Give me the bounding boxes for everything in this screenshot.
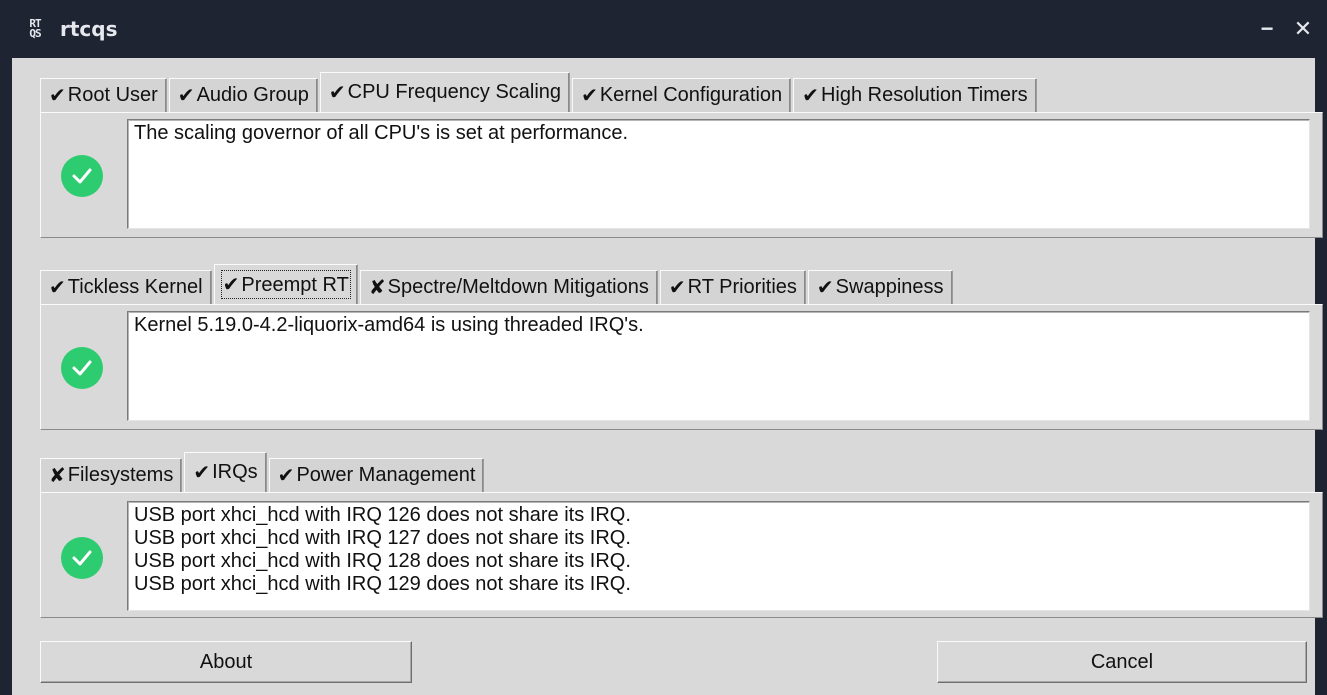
tab-power-management[interactable]: ✔ Power Management xyxy=(268,458,485,492)
status-ok-icon xyxy=(61,537,103,579)
result-line: Kernel 5.19.0-4.2-liquorix-amd64 is usin… xyxy=(134,314,644,336)
check-group-2: ✔ Tickless Kernel ✔ Preempt RT ✘ Spectre/… xyxy=(40,264,1323,430)
check-mark-icon: ✔ xyxy=(277,465,295,487)
tab-label: Filesystems xyxy=(67,464,174,486)
tab-kernel-configuration[interactable]: ✔ Kernel Configuration xyxy=(572,78,792,112)
check-group-1: ✔ Root User ✔ Audio Group ✔ CPU Frequenc… xyxy=(40,72,1323,238)
tab-label: RT Priorities xyxy=(687,276,797,298)
tab-label-text: Preempt RT xyxy=(241,274,349,296)
app-window: RT QS rtcqs − ✕ ✔ Root User ✔ Audio Group… xyxy=(0,0,1327,695)
tab-filesystems[interactable]: ✘ Filesystems xyxy=(40,458,183,492)
tab-high-resolution-timers[interactable]: ✔ High Resolution Timers xyxy=(793,78,1037,112)
tab-rt-priorities[interactable]: ✔ RT Priorities xyxy=(659,270,806,304)
tab-preempt-rt[interactable]: ✔ Preempt RT xyxy=(213,264,358,304)
check-mark-icon: ✔ xyxy=(328,82,346,104)
cross-mark-icon: ✘ xyxy=(49,465,66,487)
tab-bar-3: ✘ Filesystems ✔ IRQs ✔ Power Management xyxy=(40,452,1323,492)
tab-label: Root User xyxy=(67,84,158,106)
tab-label-focused: ✔ Preempt RT xyxy=(220,270,351,299)
tab-label: IRQs xyxy=(212,461,258,483)
result-text-area[interactable]: Kernel 5.19.0-4.2-liquorix-amd64 is usin… xyxy=(127,311,1310,421)
minimize-button[interactable]: − xyxy=(1249,16,1285,42)
result-line: USB port xhci_hcd with IRQ 128 does not … xyxy=(134,550,631,572)
status-ok-icon xyxy=(61,347,103,389)
rtcqs-app-icon: RT QS xyxy=(29,17,41,40)
tab-root-user[interactable]: ✔ Root User xyxy=(40,78,167,112)
check-mark-icon: ✔ xyxy=(581,85,598,107)
check-mark-icon: ✔ xyxy=(816,277,834,299)
result-line: USB port xhci_hcd with IRQ 127 does not … xyxy=(134,527,631,549)
check-mark-icon: ✔ xyxy=(177,85,195,107)
tab-irqs[interactable]: ✔ IRQs xyxy=(184,452,267,492)
tab-label: Swappiness xyxy=(835,276,944,298)
tab-label: Power Management xyxy=(296,464,476,486)
result-text-area[interactable]: USB port xhci_hcd with IRQ 126 does not … xyxy=(127,501,1310,611)
close-button[interactable]: ✕ xyxy=(1285,16,1321,42)
tab-panel-3: USB port xhci_hcd with IRQ 126 does not … xyxy=(40,492,1323,618)
check-mark-icon: ✔ xyxy=(49,277,66,299)
check-mark-icon: ✔ xyxy=(668,277,686,299)
tab-spectre-meltdown-mitigations[interactable]: ✘ Spectre/Meltdown Mitigations xyxy=(359,270,658,304)
tab-panel-1: The scaling governor of all CPU's is set… xyxy=(40,112,1323,238)
status-ok-icon xyxy=(61,155,103,197)
result-text-area[interactable]: The scaling governor of all CPU's is set… xyxy=(127,119,1310,229)
tab-label: Spectre/Meltdown Mitigations xyxy=(387,276,649,298)
tab-cpu-frequency-scaling[interactable]: ✔ CPU Frequency Scaling xyxy=(319,72,571,112)
tab-bar-2: ✔ Tickless Kernel ✔ Preempt RT ✘ Spectre/… xyxy=(40,264,1323,304)
check-group-3: ✘ Filesystems ✔ IRQs ✔ Power Management … xyxy=(40,452,1323,618)
tab-label: Audio Group xyxy=(196,84,309,106)
result-line: The scaling governor of all CPU's is set… xyxy=(134,122,629,144)
cancel-button[interactable]: Cancel xyxy=(937,641,1307,683)
cross-mark-icon: ✘ xyxy=(368,277,386,299)
about-button[interactable]: About xyxy=(40,641,412,683)
tab-panel-2: Kernel 5.19.0-4.2-liquorix-amd64 is usin… xyxy=(40,304,1323,430)
tab-swappiness[interactable]: ✔ Swappiness xyxy=(807,270,953,304)
tab-tickless-kernel[interactable]: ✔ Tickless Kernel xyxy=(40,270,212,304)
check-mark-icon: ✔ xyxy=(802,85,819,107)
result-line: USB port xhci_hcd with IRQ 126 does not … xyxy=(134,504,631,526)
check-mark-icon: ✔ xyxy=(49,85,66,107)
window-title: rtcqs xyxy=(60,17,118,41)
result-line: USB port xhci_hcd with IRQ 129 does not … xyxy=(134,573,631,595)
check-mark-icon: ✔ xyxy=(222,274,240,296)
tab-bar-1: ✔ Root User ✔ Audio Group ✔ CPU Frequenc… xyxy=(40,72,1323,112)
title-bar[interactable]: RT QS rtcqs − ✕ xyxy=(0,0,1327,58)
tab-label: CPU Frequency Scaling xyxy=(347,81,562,103)
tab-audio-group[interactable]: ✔ Audio Group xyxy=(168,78,318,112)
tab-label: Kernel Configuration xyxy=(599,84,783,106)
tab-label: Tickless Kernel xyxy=(67,276,203,298)
check-mark-icon: ✔ xyxy=(193,462,211,484)
tab-label: High Resolution Timers xyxy=(820,84,1028,106)
